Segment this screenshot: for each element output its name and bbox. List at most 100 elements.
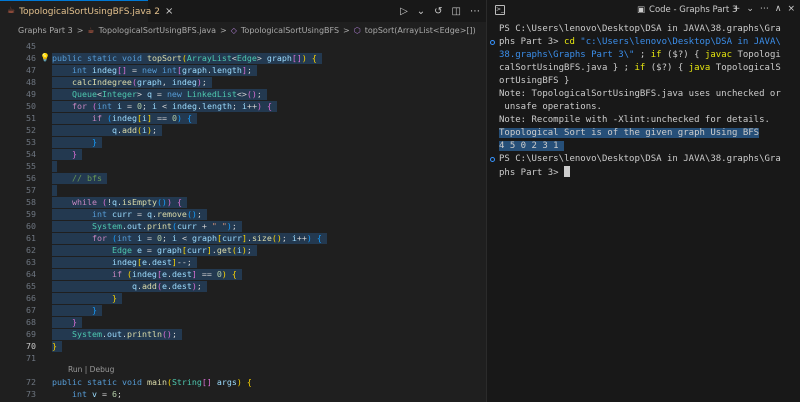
code-line[interactable]: 69 System.out.println(); (0, 328, 486, 340)
line-number: 65 (26, 281, 36, 291)
run-icon[interactable]: ▷ (400, 6, 408, 17)
terminal-line: 38.graphs\Graphs Part 3\" ; if ($?) { ja… (499, 50, 781, 60)
selection-highlight (52, 185, 57, 196)
code-line[interactable]: 59 int curr = q.remove(); (0, 208, 486, 220)
code-text: for (int i = 0; i < indeg.length; i++) { (71, 101, 272, 111)
code-text: int v = 6; (71, 389, 122, 399)
code-line[interactable]: 66 } (0, 292, 486, 304)
terminal-line: Topological Sort is of the given graph U… (499, 128, 760, 138)
history-icon[interactable]: ↺ (434, 6, 442, 17)
terminal-header: >_ ▣ Code - Graphs Part 3 + ⌄ ⋯ ∧ × (487, 0, 800, 22)
tab-filename: TopologicalSortUsingBFS.java (19, 6, 152, 17)
terminal-icon[interactable]: >_ (495, 5, 505, 15)
chevron-down-icon[interactable]: ⌄ (746, 4, 754, 14)
line-number: 56 (26, 173, 36, 183)
line-number: 58 (26, 197, 36, 207)
code-text: if (indeg[e.dest] == 0) { (111, 269, 237, 279)
terminal-actions: + ⌄ ⋯ ∧ × (733, 4, 795, 14)
line-number: 46 (26, 53, 36, 63)
close-icon[interactable]: × (165, 6, 173, 17)
code-line[interactable]: 50 for (int i = 0; i < indeg.length; i++… (0, 100, 486, 112)
command-decoration-icon[interactable] (490, 157, 495, 162)
line-number: 47 (26, 65, 36, 75)
code-line[interactable]: 47 int indeg[] = new int[graph.length]; (0, 64, 486, 76)
terminal-title: Code - Graphs Part 3 (649, 5, 738, 15)
split-editor-icon[interactable]: ◫ (452, 6, 461, 17)
code-line[interactable]: 64 if (indeg[e.dest] == 0) { (0, 268, 486, 280)
code-line[interactable]: 65 q.add(e.dest); (0, 280, 486, 292)
breadcrumb-class[interactable]: TopologicalSortUsingBFS (241, 26, 339, 35)
code-line[interactable]: 46 💡 public static void topSort(ArrayList<… (0, 52, 486, 64)
breadcrumb-folder[interactable]: Graphs Part 3 (18, 26, 73, 35)
code-line[interactable]: 72 public static void main(String[] args)… (0, 376, 486, 388)
editor-tab-bar: ☕ TopologicalSortUsingBFS.java 2 × ▷ ⌄ ↺… (0, 0, 486, 22)
code-line[interactable]: 60 System.out.print(curr + " "); (0, 220, 486, 232)
breadcrumb-file[interactable]: TopologicalSortUsingBFS.java (99, 26, 216, 35)
code-text: // bfs (71, 173, 102, 183)
code-line[interactable]: 58 while (!q.isEmpty()) { (0, 196, 486, 208)
code-text: calcIndegree(graph, indeg); (71, 77, 207, 87)
lightbulb-icon[interactable]: 💡 (40, 52, 50, 64)
line-number: 50 (26, 101, 36, 111)
code-line[interactable]: 57 (0, 184, 486, 196)
line-number: 59 (26, 209, 36, 219)
problem-count-badge: 2 (154, 6, 160, 17)
code-text: } (91, 305, 97, 315)
code-text: Edge e = graph[curr].get(i); (111, 245, 252, 255)
code-line[interactable]: 70} (0, 340, 486, 352)
terminal-panel: >_ ▣ Code - Graphs Part 3 + ⌄ ⋯ ∧ × PS C… (486, 0, 800, 402)
line-number: 57 (26, 185, 36, 195)
line-number: 62 (26, 245, 36, 255)
close-panel-icon[interactable]: × (787, 4, 795, 14)
line-number: 61 (26, 233, 36, 243)
code-line[interactable]: 62 Edge e = graph[curr].get(i); (0, 244, 486, 256)
terminal-title-group[interactable]: ▣ Code - Graphs Part 3 (637, 5, 737, 15)
code-line[interactable]: 53 } (0, 136, 486, 148)
code-line[interactable]: 55 (0, 160, 486, 172)
editor-tab-active[interactable]: ☕ TopologicalSortUsingBFS.java 2 × (0, 0, 173, 22)
terminal-line: 4 5 0 2 3 1 (499, 141, 565, 151)
code-line[interactable]: 48 calcIndegree(graph, indeg); (0, 76, 486, 88)
code-line[interactable]: 51 if (indeg[i] == 0) { (0, 112, 486, 124)
breadcrumb-method[interactable]: topSort(ArrayList<Edge>[]) (365, 26, 476, 35)
terminal-line: Note: TopologicalSortUsingBFS.java uses … (499, 89, 781, 99)
code-line[interactable]: 68 } (0, 316, 486, 328)
code-text: } (71, 317, 77, 327)
line-number: 63 (26, 257, 36, 267)
code-line[interactable]: 49 Queue<Integer> q = new LinkedList<>()… (0, 88, 486, 100)
terminal-output[interactable]: PS C:\Users\lenovo\Desktop\DSA in JAVA\3… (499, 23, 797, 179)
editor-actions: ▷ ⌄ ↺ ◫ ⋯ (400, 0, 480, 22)
code-line[interactable]: 73 int v = 6; (0, 388, 486, 400)
line-number: 53 (26, 137, 36, 147)
code-text: public static void topSort(ArrayList<Edg… (52, 53, 317, 63)
line-number: 64 (26, 269, 36, 279)
line-number: 71 (26, 353, 36, 363)
line-number: 73 (26, 389, 36, 399)
code-line[interactable]: 63 indeg[e.dest]--; (0, 256, 486, 268)
chevron-down-icon[interactable]: ⌄ (417, 6, 425, 17)
code-lens-run-debug[interactable]: Run | Debug (68, 364, 114, 376)
terminal-line: unsafe operations. (499, 102, 602, 112)
new-terminal-icon[interactable]: + (733, 4, 741, 14)
line-number: 60 (26, 221, 36, 231)
code-line[interactable]: 45 (0, 40, 486, 52)
code-line[interactable]: 54 } (0, 148, 486, 160)
line-number: 51 (26, 113, 36, 123)
breadcrumb: Graphs Part 3 > ☕ TopologicalSortUsingBF… (0, 22, 486, 38)
java-file-icon: ☕ (7, 6, 16, 16)
code-line[interactable]: 56 // bfs (0, 172, 486, 184)
more-actions-icon[interactable]: ⋯ (470, 6, 480, 17)
terminal-line: calSortUsingBFS.java } ; if ($?) { java … (499, 63, 781, 73)
code-line[interactable]: 52 q.add(i); (0, 124, 486, 136)
code-text: } (52, 341, 57, 351)
command-decoration-icon[interactable] (490, 40, 495, 45)
more-actions-icon[interactable]: ⋯ (760, 4, 769, 14)
code-line[interactable]: 67 } (0, 304, 486, 316)
terminal-line: phs Part 3> (499, 166, 797, 179)
maximize-panel-icon[interactable]: ∧ (775, 4, 782, 14)
chevron-right-icon: > (76, 25, 84, 35)
code-line[interactable]: 71 (0, 352, 486, 364)
method-icon: ⬡ (353, 25, 361, 35)
code-text: } (91, 137, 97, 147)
code-line[interactable]: 61 for (int i = 0; i < graph[curr].size(… (0, 232, 486, 244)
